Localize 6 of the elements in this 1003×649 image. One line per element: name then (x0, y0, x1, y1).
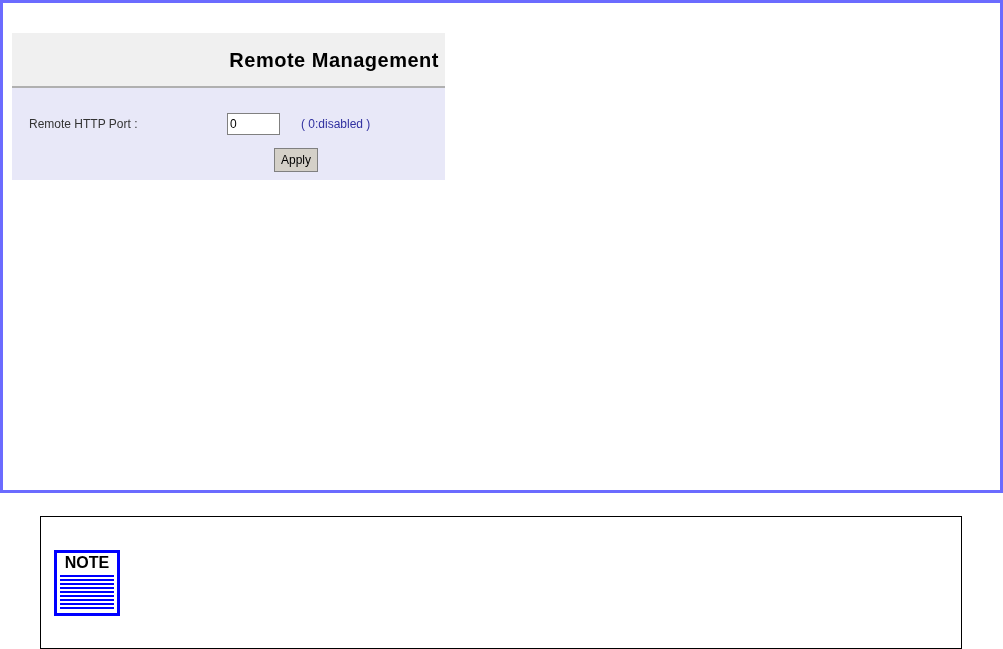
page-title: Remote Management (229, 47, 439, 73)
note-label: NOTE (64, 553, 110, 573)
port-field[interactable]: 0 (227, 113, 280, 135)
port-hint: ( 0:disabled ) (301, 116, 371, 133)
apply-button[interactable]: Apply (274, 148, 319, 172)
field-label: Remote HTTP Port : (29, 116, 139, 133)
